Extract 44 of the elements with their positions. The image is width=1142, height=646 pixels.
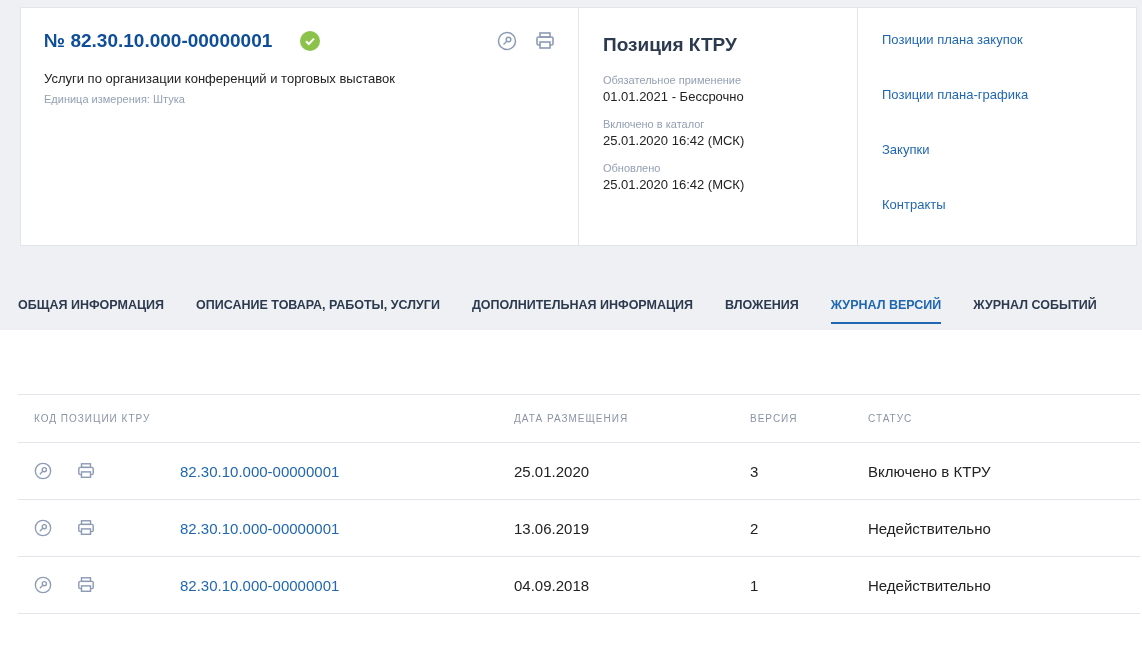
tab[interactable]: ОБЩАЯ ИНФОРМАЦИЯ bbox=[18, 298, 165, 324]
code-link[interactable]: 82.30.10.000-00000001 bbox=[180, 462, 340, 480]
unit-label: Единица измерения: Штука bbox=[44, 93, 186, 105]
printer-icon[interactable] bbox=[535, 31, 555, 51]
side-link[interactable]: Позиции плана-графика bbox=[882, 87, 1029, 102]
status-cell: Недействительно bbox=[868, 519, 991, 537]
version-cell: 1 bbox=[750, 576, 759, 594]
field-label: Обязательное применение bbox=[603, 74, 743, 86]
printer-icon[interactable] bbox=[77, 519, 95, 537]
side-link[interactable]: Позиции плана закупок bbox=[882, 32, 1029, 47]
date-cell: 04.09.2018 bbox=[514, 576, 590, 594]
tab[interactable]: ЖУРНАЛ СОБЫТИЙ bbox=[973, 298, 1097, 324]
item-description: Услуги по организации конференций и торговых выставок bbox=[44, 71, 396, 86]
field-value: 25.01.2020 16:42 (МСК) bbox=[603, 177, 746, 192]
tab[interactable]: ВЛОЖЕНИЯ bbox=[725, 298, 799, 324]
tab[interactable]: ОПИСАНИЕ ТОВАРА, РАБОТЫ, УСЛУГИ bbox=[196, 298, 440, 324]
version-cell: 2 bbox=[750, 519, 759, 537]
field-value: 01.01.2021 - Бессрочно bbox=[603, 89, 745, 104]
field-value: 25.01.2020 16:42 (МСК) bbox=[603, 133, 746, 148]
ktru-number: № 82.30.10.000-00000001 bbox=[44, 30, 273, 52]
key-icon[interactable] bbox=[497, 31, 517, 51]
column-header: ДАТА РАЗМЕЩЕНИЯ bbox=[514, 413, 629, 424]
printer-icon[interactable] bbox=[77, 576, 95, 594]
key-icon[interactable] bbox=[34, 462, 52, 480]
column-header: КОД ПОЗИЦИИ КТРУ bbox=[34, 413, 151, 424]
date-cell: 25.01.2020 bbox=[514, 462, 590, 480]
key-icon[interactable] bbox=[34, 576, 52, 594]
code-link[interactable]: 82.30.10.000-00000001 bbox=[180, 576, 340, 594]
side-link[interactable]: Закупки bbox=[882, 142, 1029, 157]
field-label: Обновлено bbox=[603, 162, 662, 174]
status-cell: Недействительно bbox=[868, 576, 991, 594]
tab[interactable]: ЖУРНАЛ ВЕРСИЙ bbox=[830, 298, 942, 324]
date-cell: 13.06.2019 bbox=[514, 519, 590, 537]
version-cell: 3 bbox=[750, 462, 759, 480]
section-title: Позиция КТРУ bbox=[603, 34, 738, 56]
column-header: ВЕРСИЯ bbox=[750, 413, 798, 424]
key-icon[interactable] bbox=[34, 519, 52, 537]
tab[interactable]: ДОПОЛНИТЕЛЬНАЯ ИНФОРМАЦИЯ bbox=[471, 298, 694, 324]
status-cell: Включено в КТРУ bbox=[868, 462, 991, 480]
side-link[interactable]: Контракты bbox=[882, 197, 1029, 212]
printer-icon[interactable] bbox=[77, 462, 95, 480]
field-label: Включено в каталог bbox=[603, 118, 706, 130]
column-header: СТАТУС bbox=[868, 413, 913, 424]
code-link[interactable]: 82.30.10.000-00000001 bbox=[180, 519, 340, 537]
